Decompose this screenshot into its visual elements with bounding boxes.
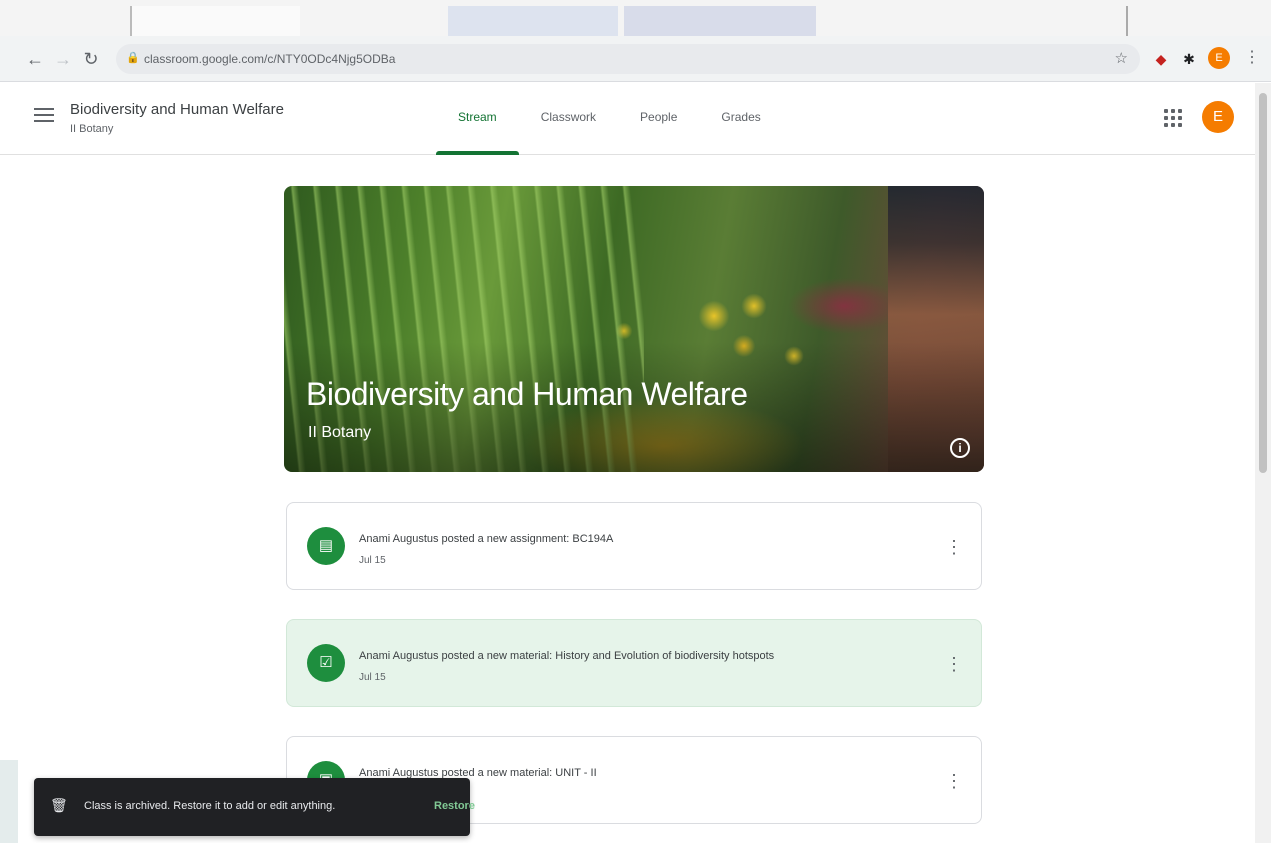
puzzle-icon[interactable]: ✱: [1178, 48, 1200, 70]
forward-icon[interactable]: →: [52, 48, 74, 70]
more-options-icon[interactable]: ⋮: [945, 650, 963, 678]
class-tabs: Stream Classwork People Grades: [436, 83, 783, 155]
address-bar-url: classroom.google.com/c/NTY0ODc4Njg5ODBa: [144, 52, 396, 66]
stream-item-date: Jul 15: [359, 672, 386, 683]
tab-classwork[interactable]: Classwork: [519, 83, 618, 155]
browser-profile-avatar[interactable]: E: [1208, 47, 1230, 69]
class-section: II Botany: [70, 123, 114, 135]
account-avatar[interactable]: E: [1202, 101, 1234, 133]
background-window-strip: [0, 0, 1271, 36]
lock-icon: 🔒: [126, 52, 140, 64]
more-options-icon[interactable]: ⋮: [945, 533, 963, 561]
browser-toolbar: ← → ↻ 🔒 classroom.google.com/c/NTY0ODc4N…: [0, 36, 1271, 82]
more-options-icon[interactable]: ⋮: [945, 767, 963, 795]
background-window-fragment: [448, 6, 618, 36]
archived-snackbar: 🗑 Class is archived. Restore it to add o…: [34, 778, 475, 836]
reload-icon[interactable]: ↻: [80, 48, 102, 70]
tab-stream[interactable]: Stream: [436, 83, 519, 155]
background-window-edge: [0, 760, 18, 843]
snackbar-message: Class is archived. Restore it to add or …: [84, 800, 336, 812]
restore-button[interactable]: Restore: [434, 800, 475, 812]
back-icon[interactable]: ←: [24, 48, 46, 70]
tab-grades[interactable]: Grades: [699, 83, 782, 155]
archive-icon: 🗑: [50, 797, 68, 813]
stream-item-text: Anami Augustus posted a new material: Hi…: [359, 650, 775, 662]
main-menu-icon[interactable]: [34, 108, 54, 124]
page-scrollbar[interactable]: [1255, 83, 1271, 843]
address-bar[interactable]: 🔒 classroom.google.com/c/NTY0ODc4Njg5ODB…: [116, 44, 1140, 74]
class-banner: Biodiversity and Human Welfare II Botany…: [284, 186, 984, 472]
extension-icon[interactable]: ◆: [1150, 48, 1172, 70]
stream-item[interactable]: ▤ Anami Augustus posted a new assignment…: [286, 502, 982, 590]
background-window-fragment: [1126, 6, 1128, 36]
scrollbar-thumb[interactable]: [1259, 93, 1267, 473]
stream-item[interactable]: ☑ Anami Augustus posted a new material: …: [286, 619, 982, 707]
stream-item-text: Anami Augustus posted a new assignment: …: [359, 533, 614, 545]
material-icon: ☑: [307, 644, 345, 682]
assignment-icon: ▤: [307, 527, 345, 565]
google-apps-icon[interactable]: [1164, 109, 1182, 127]
banner-title: Biodiversity and Human Welfare: [306, 376, 748, 412]
classroom-header: Biodiversity and Human Welfare II Botany…: [0, 83, 1255, 155]
tab-people[interactable]: People: [618, 83, 699, 155]
banner-subtitle: II Botany: [308, 424, 372, 441]
class-title[interactable]: Biodiversity and Human Welfare: [70, 101, 284, 118]
browser-menu-icon[interactable]: ⋮: [1244, 47, 1260, 69]
bookmark-star-icon[interactable]: ☆: [1115, 49, 1128, 67]
stream-item-date: Jul 15: [359, 555, 386, 566]
background-window-fragment: [130, 6, 300, 36]
info-icon[interactable]: i: [950, 438, 970, 458]
background-window-fragment: [624, 6, 816, 36]
